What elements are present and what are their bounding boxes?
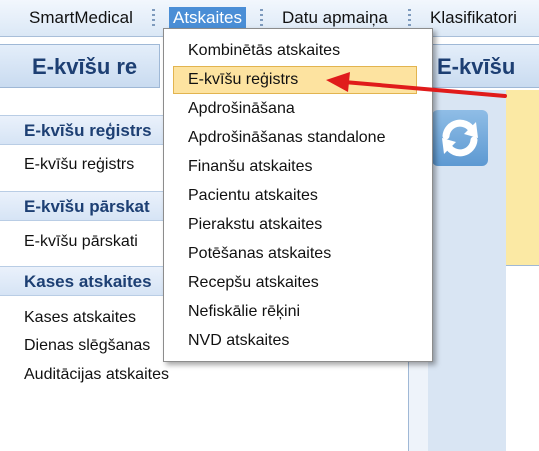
dropdown-item-ekvisu-registrs[interactable]: E-kvīšu reģistrs	[173, 66, 417, 94]
menu-klasifikatori[interactable]: Klasifikatori	[430, 8, 517, 28]
nav-link-kases-atskaites[interactable]: Kases atskaites	[24, 309, 136, 327]
content-highlight-block	[506, 90, 539, 266]
dropdown-item-finansu-atskaites[interactable]: Finanšu atskaites	[164, 153, 432, 181]
dropdown-item-pierakstu-atskaites[interactable]: Pierakstu atskaites	[164, 211, 432, 239]
refresh-button[interactable]	[432, 110, 488, 166]
left-panel-title: E-kvīšu re	[0, 44, 160, 88]
menu-atskaites[interactable]: Atskaites	[169, 7, 246, 29]
dropdown-item-nefiskalie-rekini[interactable]: Nefiskālie rēķini	[164, 298, 432, 326]
menu-separator	[152, 9, 155, 26]
atskaites-dropdown-menu: Kombinētās atskaites E-kvīšu reģistrs Ap…	[163, 28, 433, 362]
nav-link-auditacijas-atskaites[interactable]: Auditācijas atskaites	[24, 366, 169, 384]
right-panel-title: E-kvīšu	[428, 44, 539, 88]
nav-link-ekvisu-registrs[interactable]: E-kvīšu reģistrs	[24, 156, 134, 174]
dropdown-item-nvd-atskaites[interactable]: NVD atskaites	[164, 327, 432, 355]
dropdown-item-recepsu-atskaites[interactable]: Recepšu atskaites	[164, 269, 432, 297]
menu-separator	[408, 9, 411, 26]
dropdown-item-apdrosinasana[interactable]: Apdrošināšana	[164, 95, 432, 123]
dropdown-item-kombinetas-atskaites[interactable]: Kombinētās atskaites	[164, 37, 432, 65]
refresh-icon	[442, 119, 478, 157]
nav-link-dienas-slegsanas[interactable]: Dienas slēgšanas	[24, 337, 150, 355]
dropdown-item-potesanas-atskaites[interactable]: Potēšanas atskaites	[164, 240, 432, 268]
content-divider	[506, 265, 539, 266]
menu-separator	[260, 9, 263, 26]
nav-link-ekvisu-parskati[interactable]: E-kvīšu pārskati	[24, 233, 138, 251]
menu-smartmedical[interactable]: SmartMedical	[29, 8, 133, 28]
dropdown-item-apdrosinasanas-standalone[interactable]: Apdrošināšanas standalone	[164, 124, 432, 152]
dropdown-item-pacientu-atskaites[interactable]: Pacientu atskaites	[164, 182, 432, 210]
menu-datu-apmaina[interactable]: Datu apmaiņa	[282, 8, 388, 28]
